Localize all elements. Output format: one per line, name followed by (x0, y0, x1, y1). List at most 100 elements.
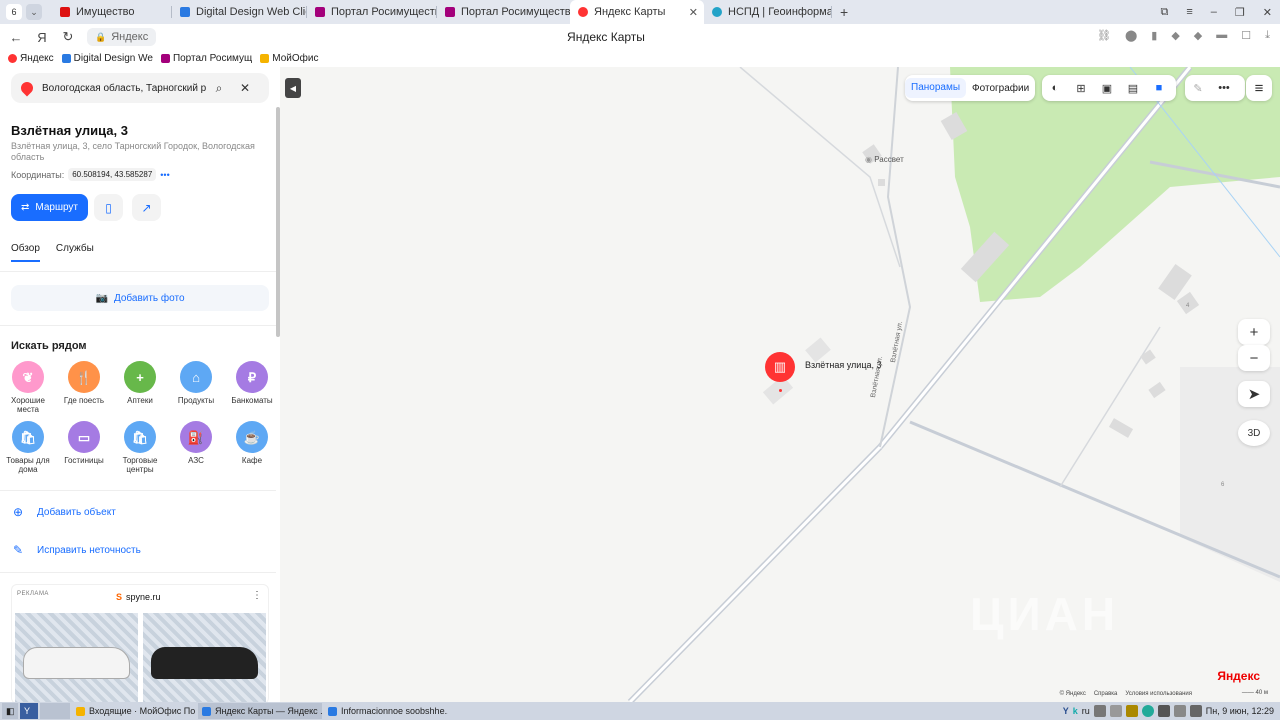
ad-image-black-car[interactable] (143, 613, 266, 702)
scheme-icon[interactable]: ⊞ (1068, 82, 1094, 95)
chevron-down-icon[interactable]: ⌄ (26, 4, 42, 20)
y-app-icon[interactable]: Y (20, 703, 38, 719)
plus-icon: + (1249, 323, 1259, 341)
nearby-category[interactable]: 🛍 Торговые центры (115, 421, 165, 474)
bus-icon[interactable]: ▤ (1120, 82, 1146, 95)
location-icon[interactable]: ⬤ (1125, 29, 1137, 42)
nearby-category[interactable]: 🛍 Товары для дома (3, 421, 53, 474)
tab-nspd[interactable]: НСПД | Геоинформацион (704, 0, 832, 24)
ad-brand[interactable]: Sspyne.ru (116, 592, 161, 602)
panoramas-button[interactable]: Панорамы (905, 78, 967, 98)
bookmark-button[interactable]: ▯ (94, 194, 123, 221)
traffic-icon[interactable]: ◐ (1042, 82, 1068, 94)
map-canvas[interactable]: ◀ Панорамы Фотографии ◐ ⊞ ▣ ▤ ■ ✎ ••• ≡ … (280, 67, 1280, 702)
poi-marker[interactable]: ◉ Рассвет (865, 155, 904, 164)
volume-icon[interactable] (1189, 705, 1202, 717)
ad-image-white-car[interactable] (15, 613, 138, 702)
tray-icon[interactable] (1109, 705, 1122, 717)
bookmark-rosim[interactable]: Портал Росимущ (160, 53, 252, 64)
new-tab-button[interactable]: + (840, 4, 848, 20)
nearby-category[interactable]: ⛽ АЗС (171, 421, 221, 465)
nearby-category[interactable]: ▭ Гостиницы (59, 421, 109, 465)
bookmark-icon[interactable]: ▮ (1151, 29, 1157, 42)
zoom-out-button[interactable]: − (1238, 345, 1270, 371)
nearby-category[interactable]: ☕ Кафе (227, 421, 277, 465)
download-icon[interactable]: ⤓ (1265, 29, 1270, 42)
tray-icon[interactable] (1141, 705, 1154, 717)
zoom-in-button[interactable]: + (1238, 319, 1270, 345)
locate-button[interactable]: ➤ (1238, 381, 1270, 407)
bookmark-myoffice[interactable]: МойОфис (260, 53, 318, 64)
share-button[interactable]: ↗ (132, 194, 161, 221)
taskbar-item-mail[interactable]: Входящие · МойОфис По... (72, 703, 196, 719)
camera-icon[interactable]: ▣ (1094, 82, 1120, 95)
tray-icon[interactable] (1125, 705, 1138, 717)
k-tray-icon[interactable]: k (1073, 706, 1078, 716)
nearby-category[interactable]: 🍴 Где поесть (59, 361, 109, 405)
collections-icon[interactable]: ☐ (1241, 29, 1251, 42)
building (878, 179, 885, 186)
extension-icon[interactable]: ◆ (1194, 29, 1202, 42)
tab-overview[interactable]: Обзор (11, 243, 40, 262)
fix-error-link[interactable]: ✎ Исправить неточность (11, 543, 141, 557)
tray-icon[interactable] (1157, 705, 1170, 717)
tab-label: НСПД | Геоинформацион (728, 6, 832, 18)
search-icon[interactable]: ⌕ (206, 81, 232, 96)
tab-count-badge[interactable]: 6 (6, 4, 22, 20)
more-icon[interactable]: ••• (1211, 82, 1237, 94)
tab-yandex-maps[interactable]: Яндекс Карты ✕ (570, 0, 704, 24)
menu-icon[interactable]: ≡ (1186, 6, 1192, 18)
photos-button[interactable]: Фотографии (966, 83, 1035, 94)
bookmark-yandex[interactable]: Яндекс (8, 53, 54, 64)
add-photo-button[interactable]: 📷 Добавить фото (11, 285, 269, 311)
tabs-icon[interactable]: ⧉ (1161, 6, 1169, 19)
layers-icon[interactable]: ■ (1146, 82, 1172, 94)
extension-icon[interactable]: ▬ (1216, 29, 1227, 42)
search-field[interactable]: Вологодская область, Тарногский ра ⌕ ✕ (11, 73, 269, 103)
ad-block[interactable]: РЕКЛАМА Sspyne.ru ⋮ (11, 584, 269, 702)
extension-icon[interactable]: ◆ (1171, 29, 1179, 42)
taskbar-item-doc[interactable]: Informacionnoe soobshhe... (324, 703, 448, 719)
clock[interactable]: Пн, 9 июн, 12:29 (1206, 706, 1274, 716)
map-pin[interactable]: ▥ (765, 352, 795, 382)
ruler-icon[interactable]: ✎ (1185, 82, 1211, 95)
close-icon[interactable]: ✕ (232, 81, 258, 95)
nearby-category[interactable]: + Аптеки (115, 361, 165, 405)
start-icon[interactable]: ◧ (2, 703, 18, 719)
close-window-icon[interactable]: ✕ (1263, 6, 1272, 19)
route-button[interactable]: ⇄ Маршрут (11, 194, 88, 221)
taskbar-item-browser[interactable]: Яндекс Карты — Яндекс ... (198, 703, 322, 719)
maximize-icon[interactable]: ❐ (1235, 6, 1245, 19)
add-object-link[interactable]: ⊕ Добавить объект (11, 505, 116, 519)
menu-button[interactable]: ≡ (1246, 75, 1272, 101)
search-input[interactable]: Вологодская область, Тарногский ра (42, 83, 206, 94)
tab-services[interactable]: Службы (56, 243, 94, 262)
tab-digital-design[interactable]: Digital Design Web Client (172, 0, 307, 24)
minimize-icon[interactable]: – (1211, 6, 1217, 18)
tray-icon[interactable] (1093, 705, 1106, 717)
3d-button[interactable]: 3D (1238, 420, 1270, 446)
language-indicator[interactable]: ru (1082, 706, 1090, 716)
close-icon[interactable]: ✕ (689, 6, 698, 19)
nearby-category[interactable]: ❦ Хорошие места (3, 361, 53, 414)
bookmark-digital-design[interactable]: Digital Design We (61, 53, 153, 64)
route-icon: ⇄ (20, 202, 30, 213)
nearby-category[interactable]: ⌂ Продукты (171, 361, 221, 405)
nspd-icon (712, 7, 722, 17)
more-vertical-icon[interactable]: ⋮ (252, 590, 262, 601)
help-link[interactable]: Справка (1094, 691, 1118, 697)
tab-rosim-1[interactable]: Портал Росимущества (307, 0, 437, 24)
collapse-sidebar-button[interactable]: ◀ (285, 78, 301, 98)
tab-imushchestvo[interactable]: Имущество (52, 0, 172, 24)
show-desktop-icon[interactable] (40, 703, 70, 719)
coords-value[interactable]: 60.508194, 43.585287 (68, 168, 157, 181)
nearby-category[interactable]: ₽ Банкоматы (227, 361, 277, 405)
terms-link[interactable]: Условия использования (1125, 691, 1192, 697)
more-icon[interactable]: ••• (160, 170, 169, 180)
tray-icon[interactable] (1173, 705, 1186, 717)
yandex-tray-icon[interactable]: Y (1063, 706, 1069, 716)
tools-toolbar: ✎ ••• (1185, 75, 1245, 101)
yandex-logo[interactable]: Яндекс (1217, 669, 1260, 683)
link-icon[interactable]: ⛓ (1097, 29, 1111, 42)
tab-rosim-2[interactable]: Портал Росимущества (437, 0, 570, 24)
